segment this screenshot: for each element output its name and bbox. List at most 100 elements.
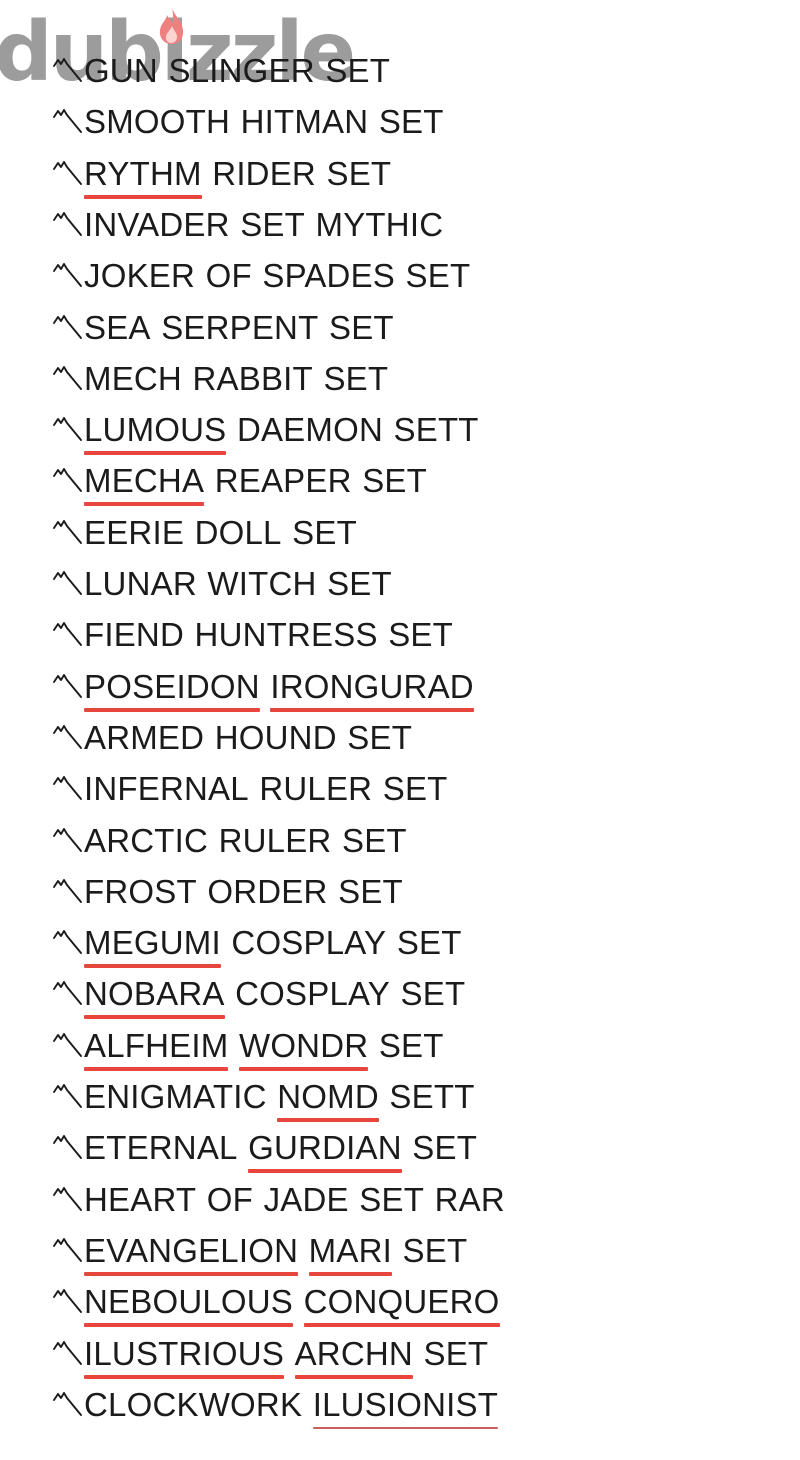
list-item[interactable]: SMOOTH HITMAN SET xyxy=(52,95,444,147)
word: SET xyxy=(338,872,403,910)
word: INVADER xyxy=(84,205,230,243)
mountain-zigzag-bullet-icon xyxy=(52,412,84,442)
mountain-zigzag-bullet-icon xyxy=(52,1284,84,1314)
list-item-label: NOBARA COSPLAY SET xyxy=(84,975,466,1020)
word: SET xyxy=(378,103,444,141)
list-item[interactable]: RYTHM RIDER SET xyxy=(52,147,391,199)
mountain-zigzag-bullet-icon xyxy=(52,53,84,83)
word-space xyxy=(349,1181,360,1219)
list-item[interactable]: LUMOUS DAEMON SETT xyxy=(52,403,479,456)
word: HITMAN xyxy=(240,103,369,141)
word: SET xyxy=(342,821,407,859)
list-item[interactable]: GUN SLINGER SET xyxy=(52,44,390,96)
list-item[interactable]: NEBOULOUS CONQUERO xyxy=(52,1275,500,1328)
misspelled-word: NEBOULOUS xyxy=(84,1283,294,1328)
list-item[interactable]: EVANGELION MARI SET xyxy=(52,1224,467,1276)
mountain-zigzag-bullet-icon xyxy=(52,566,84,596)
misspelled-word: ILUSTRIOUS xyxy=(84,1334,285,1379)
word: SETT xyxy=(389,1078,475,1115)
list-item-label: ETERNAL GURDIAN SET xyxy=(84,1129,477,1174)
word: LUNAR xyxy=(84,565,197,602)
list-item[interactable]: CLOCKWORK ILUSIONIST xyxy=(52,1378,499,1430)
word: COSPLAY xyxy=(235,975,390,1013)
list-item[interactable]: EERIE DOLL SET xyxy=(52,506,357,558)
word: RAR xyxy=(434,1180,505,1218)
word: MYTHIC xyxy=(315,205,444,243)
word-space xyxy=(305,206,316,244)
word-space xyxy=(293,1283,304,1321)
word: SET xyxy=(292,513,357,551)
mountain-zigzag-bullet-icon xyxy=(52,1130,84,1160)
word: SEA xyxy=(84,308,151,346)
misspelled-word: LUMOUS xyxy=(84,411,227,456)
list-item[interactable]: INVADER SET MYTHIC xyxy=(52,198,443,250)
word-space xyxy=(392,1232,403,1270)
word: SET xyxy=(405,257,471,295)
list-item[interactable]: JOKER OF SPADES SET xyxy=(52,249,470,301)
word: SMOOTH xyxy=(84,103,231,141)
word-space xyxy=(424,1181,435,1219)
word: SET xyxy=(362,462,427,500)
misspelled-word: CONQUERO xyxy=(303,1283,500,1328)
word: WITCH xyxy=(207,565,317,602)
word-space xyxy=(221,924,232,962)
list-item[interactable]: LUNAR WITCH SET xyxy=(52,557,392,609)
word-space xyxy=(202,155,213,193)
list-item[interactable]: FIEND HUNTRESS SET xyxy=(52,608,453,660)
list-item[interactable]: ENIGMATIC NOMD SETT xyxy=(52,1070,475,1122)
word-space xyxy=(226,411,237,449)
word: SET xyxy=(400,975,466,1013)
list-item-label: LUMOUS DAEMON SETT xyxy=(84,411,479,456)
list-item-label: INFERNAL RULER SET xyxy=(84,770,448,808)
list-item-label: GUN SLINGER SET xyxy=(84,52,390,90)
list-item[interactable]: MEGUMI COSPLAY SET xyxy=(52,916,462,969)
list-item[interactable]: ILUSTRIOUS ARCHN SET xyxy=(52,1327,488,1379)
word-space xyxy=(337,719,348,757)
word: INFERNAL xyxy=(84,770,249,808)
word: ETERNAL xyxy=(84,1129,238,1167)
list-item-label: LUNAR WITCH SET xyxy=(84,565,392,603)
word: RULER xyxy=(259,770,373,808)
word: SLINGER xyxy=(168,52,315,89)
list-item-label: SMOOTH HITMAN SET xyxy=(84,103,444,141)
list-item[interactable]: HEART OF JADE SET RAR xyxy=(52,1173,505,1225)
word: SET xyxy=(378,1026,444,1064)
word: COSPLAY xyxy=(231,924,387,962)
word: RIDER xyxy=(212,154,316,192)
word-space xyxy=(352,462,363,500)
list-item[interactable]: FROST ORDER SET xyxy=(52,865,403,917)
list-item[interactable]: INFERNAL RULER SET xyxy=(52,762,448,814)
list-item-label: RYTHM RIDER SET xyxy=(84,154,391,199)
word-space xyxy=(302,1386,313,1424)
word: SET xyxy=(327,565,392,602)
word: SET xyxy=(388,616,453,654)
list-item[interactable]: ALFHEIM WONDR SET xyxy=(52,1019,444,1071)
mountain-zigzag-bullet-icon xyxy=(52,617,84,647)
list-item[interactable]: ARCTIC RULER SET xyxy=(52,814,407,866)
mountain-zigzag-bullet-icon xyxy=(52,361,84,391)
word-space xyxy=(204,462,215,500)
list-item[interactable]: SEA SERPENT SET xyxy=(52,301,394,353)
word-space xyxy=(253,1181,264,1219)
list-item[interactable]: POSEIDON IRONGURAD xyxy=(52,660,475,712)
word: ARMED xyxy=(84,718,205,756)
list-item[interactable]: NOBARA COSPLAY SET xyxy=(52,967,466,1020)
word: ENIGMATIC xyxy=(84,1078,267,1115)
list-item[interactable]: ETERNAL GURDIAN SET xyxy=(52,1121,477,1174)
list-item[interactable]: ARMED HOUND SET xyxy=(52,711,412,763)
mountain-zigzag-bullet-icon xyxy=(52,207,84,237)
misspelled-word: WONDR xyxy=(238,1026,369,1071)
word: OF xyxy=(206,1180,254,1218)
word-space xyxy=(402,1129,413,1167)
word-space xyxy=(230,206,241,244)
mountain-zigzag-bullet-icon xyxy=(52,823,84,853)
list-item[interactable]: MECHA REAPER SET xyxy=(52,454,427,507)
word: OF xyxy=(205,257,252,295)
list-item[interactable]: MECH RABBIT SET xyxy=(52,352,388,404)
misspelled-word: MEGUMI xyxy=(84,924,221,969)
list-item-label: FROST ORDER SET xyxy=(84,873,403,911)
word-space xyxy=(383,411,394,449)
word: SET xyxy=(402,1231,468,1269)
word-space xyxy=(228,1027,239,1065)
word: SET xyxy=(323,359,389,397)
